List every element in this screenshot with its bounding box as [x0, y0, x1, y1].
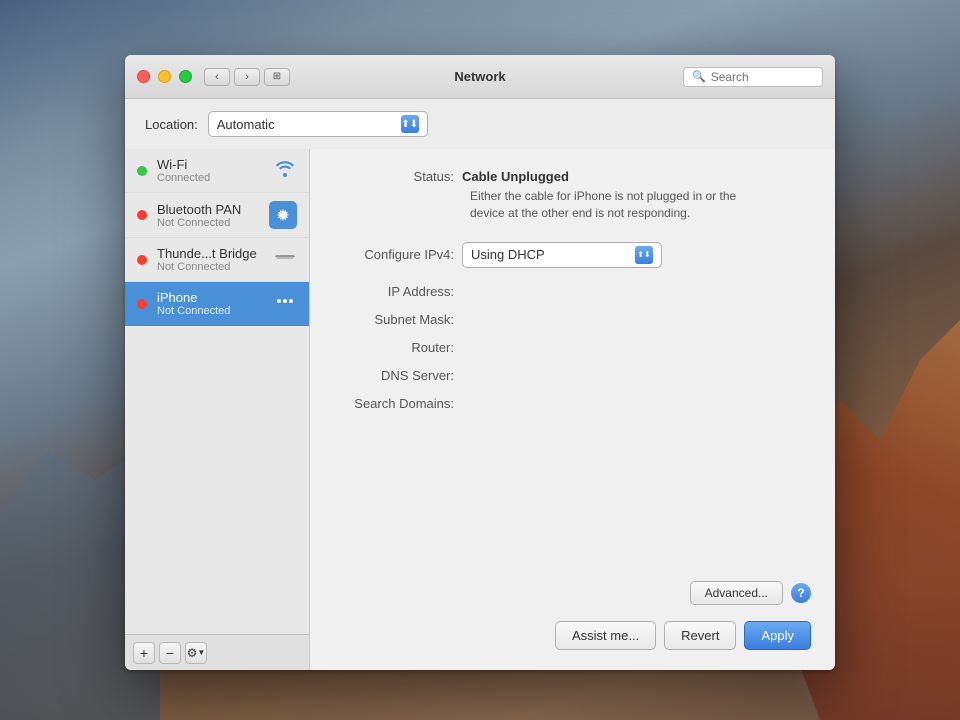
status-label: Status:: [334, 169, 454, 184]
iphone-connection-icon: [273, 292, 297, 315]
maximize-button[interactable]: [179, 70, 192, 83]
network-item-bluetooth[interactable]: Bluetooth PAN Not Connected ✹: [125, 193, 309, 238]
search-box[interactable]: 🔍: [683, 67, 823, 87]
settings-button[interactable]: ⚙ ▼: [185, 642, 207, 664]
remove-icon: −: [166, 645, 174, 661]
remove-network-button[interactable]: −: [159, 642, 181, 664]
sidebar-toolbar: + − ⚙ ▼: [125, 634, 309, 670]
revert-button[interactable]: Revert: [664, 621, 736, 650]
add-network-button[interactable]: +: [133, 642, 155, 664]
search-icon: 🔍: [692, 70, 706, 83]
bottom-section: Advanced... ? Assist me... Revert Apply: [334, 581, 811, 650]
location-label: Location:: [145, 117, 198, 132]
network-name-bluetooth: Bluetooth PAN: [157, 202, 259, 217]
forward-icon: ›: [245, 71, 249, 83]
traffic-lights: [137, 70, 192, 83]
subnet-mask-label: Subnet Mask:: [334, 312, 454, 327]
status-section: Status: Cable Unplugged Either the cable…: [334, 169, 811, 222]
action-buttons: Assist me... Revert Apply: [334, 621, 811, 650]
network-name-iphone: iPhone: [157, 290, 263, 305]
search-input[interactable]: [711, 70, 814, 84]
location-bar: Location: Automatic ⬆⬇: [125, 99, 835, 149]
status-dot-thunderbolt: [137, 255, 147, 265]
network-item-iphone[interactable]: iPhone Not Connected: [125, 282, 309, 326]
close-button[interactable]: [137, 70, 150, 83]
ip-address-row: IP Address:: [334, 284, 811, 300]
titlebar: ‹ › ⊞ Network 🔍: [125, 55, 835, 99]
window-title: Network: [454, 69, 505, 84]
network-status-wifi: Connected: [157, 172, 263, 184]
add-icon: +: [140, 645, 148, 661]
bluetooth-icon: ✹: [269, 201, 297, 229]
advanced-button[interactable]: Advanced...: [690, 581, 783, 605]
status-dot-iphone: [137, 299, 147, 309]
back-button[interactable]: ‹: [204, 68, 230, 86]
configure-select-text: Using DHCP: [471, 247, 545, 262]
status-value: Cable Unplugged: [462, 169, 569, 184]
forward-button[interactable]: ›: [234, 68, 260, 86]
gear-icon: ⚙: [187, 646, 198, 660]
network-status-bluetooth: Not Connected: [157, 217, 259, 229]
advanced-row: Advanced... ?: [334, 581, 811, 605]
configure-select-arrow-icon: ⬆⬇: [635, 246, 653, 264]
configure-label: Configure IPv4:: [334, 247, 454, 262]
configure-ipv4-select[interactable]: Using DHCP ⬆⬇: [462, 242, 662, 268]
network-status-iphone: Not Connected: [157, 305, 263, 317]
network-name-thunderbolt: Thunde...t Bridge: [157, 246, 263, 261]
router-row: Router:: [334, 340, 811, 356]
detail-panel: Status: Cable Unplugged Either the cable…: [310, 149, 835, 670]
network-item-wifi[interactable]: Wi-Fi Connected: [125, 149, 309, 193]
back-icon: ‹: [215, 71, 219, 83]
status-row: Status: Cable Unplugged: [334, 169, 811, 184]
grid-button[interactable]: ⊞: [264, 68, 290, 86]
minimize-button[interactable]: [158, 70, 171, 83]
status-dot-wifi: [137, 166, 147, 176]
thunderbolt-icon: [273, 248, 297, 271]
main-content: Wi-Fi Connected Blueto: [125, 149, 835, 670]
network-item-thunderbolt[interactable]: Thunde...t Bridge Not Connected: [125, 238, 309, 282]
assist-me-button[interactable]: Assist me...: [555, 621, 656, 650]
location-select-text: Automatic: [217, 117, 275, 132]
network-list: Wi-Fi Connected Blueto: [125, 149, 309, 634]
apply-button[interactable]: Apply: [744, 621, 811, 650]
search-domains-row: Search Domains:: [334, 396, 811, 412]
location-select[interactable]: Automatic ⬆⬇: [208, 111, 428, 137]
ip-address-label: IP Address:: [334, 284, 454, 299]
dns-server-label: DNS Server:: [334, 368, 454, 383]
dns-server-row: DNS Server:: [334, 368, 811, 384]
subnet-mask-row: Subnet Mask:: [334, 312, 811, 328]
search-domains-label: Search Domains:: [334, 396, 454, 411]
network-sidebar: Wi-Fi Connected Blueto: [125, 149, 310, 670]
configure-row: Configure IPv4: Using DHCP ⬆⬇: [334, 242, 811, 268]
nav-buttons: ‹ ›: [204, 68, 260, 86]
location-select-arrow-icon: ⬆⬇: [401, 115, 419, 133]
network-status-thunderbolt: Not Connected: [157, 261, 263, 273]
help-button[interactable]: ?: [791, 583, 811, 603]
network-preferences-window: ‹ › ⊞ Network 🔍 Location: Automatic ⬆⬇: [125, 55, 835, 670]
status-description: Either the cable for iPhone is not plugg…: [470, 188, 750, 222]
wifi-icon: [273, 159, 297, 182]
status-dot-bluetooth: [137, 210, 147, 220]
grid-icon: ⊞: [273, 71, 281, 82]
network-name-wifi: Wi-Fi: [157, 157, 263, 172]
router-label: Router:: [334, 340, 454, 355]
gear-dropdown-icon: ▼: [197, 648, 205, 657]
